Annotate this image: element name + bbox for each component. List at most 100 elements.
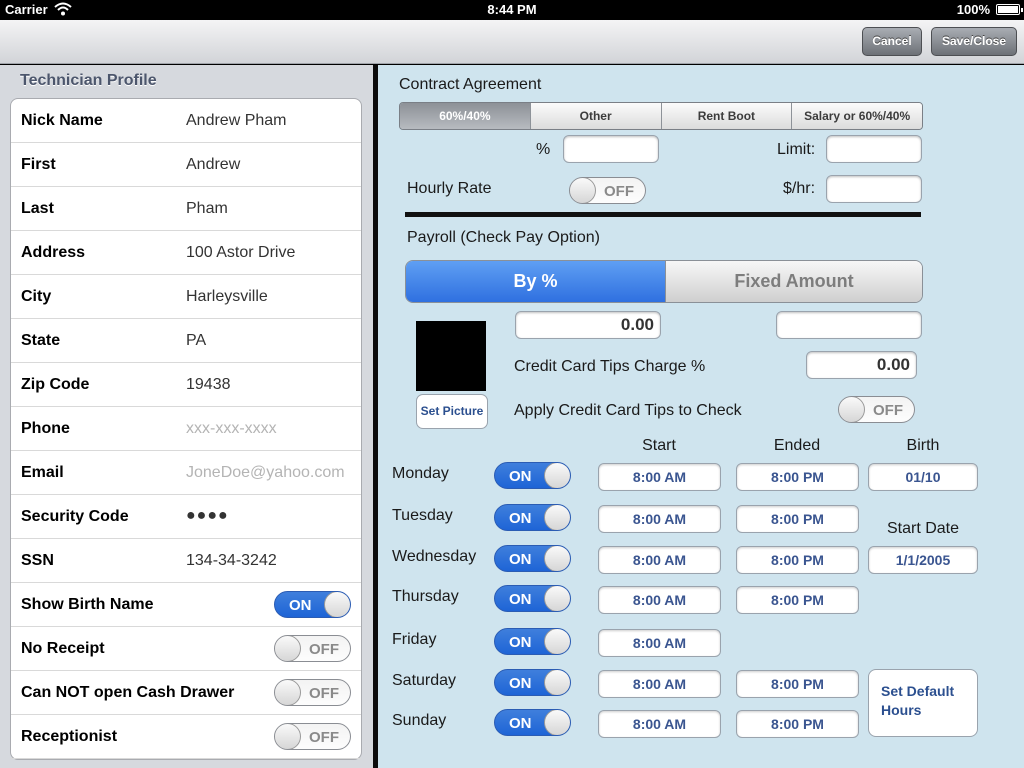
fixed-amount-input[interactable] bbox=[776, 311, 922, 339]
switch-knob bbox=[544, 670, 570, 695]
sunday-switch[interactable]: ON bbox=[494, 709, 571, 736]
apply-cc-tips-label: Apply Credit Card Tips to Check bbox=[514, 402, 742, 419]
security-code-value[interactable]: ●●●● bbox=[186, 507, 229, 525]
city-value[interactable]: Harleysville bbox=[186, 288, 268, 306]
field-label: Address bbox=[21, 244, 86, 261]
email-input[interactable]: JoneDoe@yahoo.com bbox=[186, 464, 345, 482]
switch-state: OFF bbox=[309, 641, 339, 658]
contract-option-60-40[interactable]: 60%/40% bbox=[400, 103, 530, 129]
ended-column-header: Ended bbox=[773, 437, 821, 454]
pay-percent-input[interactable]: 0.00 bbox=[515, 311, 661, 339]
field-zip-code[interactable]: Zip Code 19438 bbox=[11, 363, 361, 407]
limit-label: Limit: bbox=[777, 141, 816, 158]
wednesday-end-input[interactable]: 8:00 PM bbox=[736, 546, 859, 574]
zip-code-value[interactable]: 19438 bbox=[186, 376, 231, 394]
per-hour-label: $/hr: bbox=[783, 180, 816, 197]
day-label-thursday: Thursday bbox=[392, 588, 459, 605]
monday-switch[interactable]: ON bbox=[494, 462, 571, 489]
thursday-switch[interactable]: ON bbox=[494, 585, 571, 612]
saturday-end-input[interactable]: 8:00 PM bbox=[736, 670, 859, 698]
switch-state: ON bbox=[509, 675, 532, 692]
thursday-start-input[interactable]: 8:00 AM bbox=[598, 586, 721, 614]
friday-switch[interactable]: ON bbox=[494, 628, 571, 655]
saturday-switch[interactable]: ON bbox=[494, 669, 571, 696]
day-label-sunday: Sunday bbox=[392, 712, 447, 729]
tuesday-switch[interactable]: ON bbox=[494, 504, 571, 531]
field-nick-name[interactable]: Nick Name Andrew Pham bbox=[11, 99, 361, 143]
birth-date-input[interactable]: 01/10 bbox=[868, 463, 978, 491]
field-phone[interactable]: Phone xxx-xxx-xxxx bbox=[11, 407, 361, 451]
contract-option-other[interactable]: Other bbox=[529, 103, 661, 129]
no-receipt-switch[interactable]: OFF bbox=[274, 635, 351, 662]
toggle-label: Show Birth Name bbox=[21, 596, 154, 613]
field-security-code[interactable]: Security Code ●●●● bbox=[11, 495, 361, 539]
field-first[interactable]: First Andrew bbox=[11, 143, 361, 187]
field-address[interactable]: Address 100 Astor Drive bbox=[11, 231, 361, 275]
wednesday-start-input[interactable]: 8:00 AM bbox=[598, 546, 721, 574]
sunday-end-input[interactable]: 8:00 PM bbox=[736, 710, 859, 738]
sunday-start-input[interactable]: 8:00 AM bbox=[598, 710, 721, 738]
set-default-hours-button[interactable]: Set Default Hours bbox=[868, 669, 978, 737]
toggle-row-receptionist: Receptionist OFF bbox=[11, 715, 361, 759]
cc-tips-input[interactable]: 0.00 bbox=[806, 351, 917, 379]
switch-state: ON bbox=[509, 715, 532, 732]
field-state[interactable]: State PA bbox=[11, 319, 361, 363]
saturday-start-input[interactable]: 8:00 AM bbox=[598, 670, 721, 698]
battery-icon bbox=[996, 4, 1023, 15]
monday-start-input[interactable]: 8:00 AM bbox=[598, 463, 721, 491]
hourly-rate-switch[interactable]: OFF bbox=[569, 177, 646, 204]
start-date-input[interactable]: 1/1/2005 bbox=[868, 546, 978, 574]
contract-segmented-control: 60%/40% Other Rent Boot Salary or 60%/40… bbox=[399, 102, 923, 130]
status-bar: Carrier 8:44 PM 100% bbox=[0, 0, 1024, 20]
switch-knob bbox=[275, 724, 301, 749]
cash-drawer-switch[interactable]: OFF bbox=[274, 679, 351, 706]
pay-fixed-amount-tab[interactable]: Fixed Amount bbox=[665, 261, 922, 302]
field-city[interactable]: City Harleysville bbox=[11, 275, 361, 319]
save-close-button[interactable]: Save/Close bbox=[931, 27, 1017, 56]
field-email[interactable]: Email JoneDoe@yahoo.com bbox=[11, 451, 361, 495]
ssn-value[interactable]: 134-34-3242 bbox=[186, 552, 277, 570]
first-name-value[interactable]: Andrew bbox=[186, 156, 240, 174]
field-last[interactable]: Last Pham bbox=[11, 187, 361, 231]
address-value[interactable]: 100 Astor Drive bbox=[186, 244, 295, 262]
day-label-tuesday: Tuesday bbox=[392, 507, 453, 524]
field-label: Nick Name bbox=[21, 112, 103, 129]
receptionist-switch[interactable]: OFF bbox=[274, 723, 351, 750]
limit-input[interactable] bbox=[826, 135, 922, 163]
switch-knob bbox=[324, 592, 350, 617]
cancel-button[interactable]: Cancel bbox=[862, 27, 922, 56]
percent-input[interactable] bbox=[563, 135, 659, 163]
phone-input[interactable]: xxx-xxx-xxxx bbox=[186, 420, 277, 438]
friday-start-input[interactable]: 8:00 AM bbox=[598, 629, 721, 657]
monday-end-input[interactable]: 8:00 PM bbox=[736, 463, 859, 491]
day-label-wednesday: Wednesday bbox=[392, 548, 477, 565]
contract-option-rent-boot[interactable]: Rent Boot bbox=[660, 103, 792, 129]
per-hour-input[interactable] bbox=[826, 175, 922, 203]
field-ssn[interactable]: SSN 134-34-3242 bbox=[11, 539, 361, 583]
pay-by-percent-tab[interactable]: By % bbox=[406, 261, 665, 302]
switch-state: OFF bbox=[309, 685, 339, 702]
show-birth-name-switch[interactable]: ON bbox=[274, 591, 351, 618]
field-label: Phone bbox=[21, 420, 70, 437]
start-column-header: Start bbox=[642, 437, 676, 454]
toggle-row-cash-drawer: Can NOT open Cash Drawer OFF bbox=[11, 671, 361, 715]
wednesday-switch[interactable]: ON bbox=[494, 545, 571, 572]
tuesday-start-input[interactable]: 8:00 AM bbox=[598, 505, 721, 533]
set-picture-button[interactable]: Set Picture bbox=[416, 394, 488, 429]
field-label: Security Code bbox=[21, 508, 129, 525]
switch-state: ON bbox=[509, 591, 532, 608]
thursday-end-input[interactable]: 8:00 PM bbox=[736, 586, 859, 614]
last-name-value[interactable]: Pham bbox=[186, 200, 228, 218]
hourly-rate-label: Hourly Rate bbox=[407, 180, 492, 197]
day-label-friday: Friday bbox=[392, 631, 437, 648]
switch-knob bbox=[544, 546, 570, 571]
contract-option-salary[interactable]: Salary or 60%/40% bbox=[791, 103, 922, 129]
switch-knob bbox=[544, 710, 570, 735]
nick-name-value[interactable]: Andrew Pham bbox=[186, 112, 287, 130]
state-value[interactable]: PA bbox=[186, 332, 206, 350]
contract-title: Contract Agreement bbox=[399, 76, 542, 93]
cc-tips-label: Credit Card Tips Charge % bbox=[514, 358, 706, 375]
apply-cc-tips-switch[interactable]: OFF bbox=[838, 396, 915, 423]
switch-knob bbox=[275, 680, 301, 705]
tuesday-end-input[interactable]: 8:00 PM bbox=[736, 505, 859, 533]
